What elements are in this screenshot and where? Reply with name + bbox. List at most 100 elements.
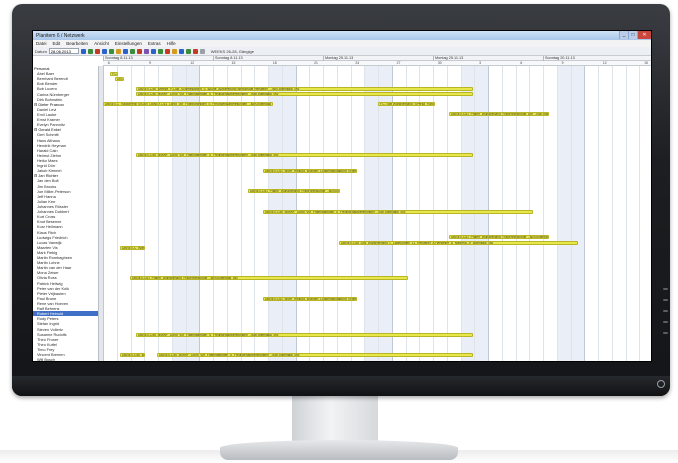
day-gridline xyxy=(543,66,544,361)
day-label: 15 xyxy=(231,61,236,65)
toolbar-tool-icon[interactable] xyxy=(164,48,170,54)
day-gridline xyxy=(501,66,503,361)
date-input[interactable]: 28.06.2013 xyxy=(48,48,79,54)
assignment-bar[interactable]: DBNEX-C56_MMWF_Lohig_Vor_Fraelhdfartigen… xyxy=(136,153,473,158)
maximize-button[interactable]: □ xyxy=(628,31,637,39)
day-label: 9 xyxy=(561,61,564,65)
day-gridline xyxy=(213,66,214,361)
day-label: 9 xyxy=(149,61,151,65)
minimize-button[interactable]: _ xyxy=(619,31,628,39)
assignment-bar[interactable]: DBNEX-C61_Pharm_Wundbehand_Frauenheilkun… xyxy=(248,189,340,194)
day-gridline xyxy=(185,66,187,361)
day-label: 21 xyxy=(314,61,318,65)
toolbar-tool-icon[interactable] xyxy=(199,48,205,54)
assignment-bar[interactable]: DBNEX-C56_Wiebke_P-Ljog_Schiefeswright_S… xyxy=(136,86,473,91)
assignment-bar[interactable]: DBNEX-C61_MMH_Heilung_Wunden_Lungenfacht… xyxy=(263,168,357,173)
assignment-bar[interactable]: F.C. Stift Wundverband_SPersa_Funkt...io… xyxy=(378,102,435,107)
monitor-stand-neck xyxy=(292,396,378,442)
assignment-bar[interactable]: DBNEX-C56_MMWF_Lohig_Vor_Fraelhdfartigen… xyxy=(136,92,473,96)
day-gridline xyxy=(556,66,558,361)
assignment-bar[interactable]: DBNEX-C56_MMWF_Lohig_Vor_Fraelhdfartigen… xyxy=(157,353,473,358)
menu-item-bearbeiten[interactable]: Bearbeiten xyxy=(66,41,88,46)
toolbar-tool-icon[interactable] xyxy=(150,48,156,54)
day-label: 18 xyxy=(272,61,277,65)
toolbar-tool-icon[interactable] xyxy=(136,48,142,54)
day-gridline xyxy=(199,66,201,361)
gantt-grid: F.C. Stift WundverbandDN-F3 S1 Stiftm. /… xyxy=(103,66,651,361)
day-gridline xyxy=(116,66,118,361)
person-list-item[interactable]: Will Busch xyxy=(33,357,98,361)
toolbar-tool-icon[interactable] xyxy=(143,48,149,54)
day-gridline xyxy=(529,66,531,361)
menu-item-extras[interactable]: Extras xyxy=(148,41,161,46)
toolbar-tool-icon[interactable] xyxy=(122,48,128,54)
assignment-bar[interactable]: DBNEX-C61_Pharm_Wundbehand_Frauenheilkun… xyxy=(449,235,549,240)
assignment-bar[interactable]: DBNEX-C61_Pharm_Wundbehand_Frauenheilkun… xyxy=(130,276,408,281)
toolbar-tool-icon[interactable] xyxy=(178,48,184,54)
menu-item-ansicht[interactable]: Ansicht xyxy=(94,41,109,46)
day-label: 30 xyxy=(437,61,442,65)
menu-item-einstellungen[interactable]: Einstellungen xyxy=(115,41,142,46)
toolbar-tool-icon[interactable] xyxy=(80,48,86,54)
monitor-chin xyxy=(12,376,670,396)
day-label: 6 xyxy=(520,61,523,65)
day-gridline xyxy=(419,66,421,361)
day-gridline xyxy=(639,66,641,361)
assignment-bar[interactable]: DBNEX-C56_Wiebke_P_L3 xyxy=(120,353,145,358)
toolbar-tool-icon[interactable] xyxy=(101,48,107,54)
title-bar: Planitem 6 / Netzwerk _ □ ✕ xyxy=(33,31,651,40)
day-label: 3 xyxy=(479,61,481,65)
menu-bar: Datei Edit Bearbeiten Ansicht Einstellungen E… xyxy=(33,40,651,47)
person-list: Personal Abel Baer Bernhard Berendt Bob Ben… xyxy=(33,66,99,361)
day-gridline xyxy=(378,66,379,361)
toolbar-tool-icon[interactable] xyxy=(108,48,114,54)
day-label: 6 xyxy=(107,61,110,65)
assignment-bar[interactable]: DBNEX-C56_MMWF_Lohig_Vor_Fraelhdfartigen… xyxy=(263,209,533,214)
day-gridline xyxy=(460,66,462,361)
day-gridline xyxy=(103,66,104,361)
toolbar-tool-icon[interactable] xyxy=(87,48,93,54)
menu-item-datei[interactable]: Datei xyxy=(36,41,47,46)
day-gridline xyxy=(254,66,256,361)
toolbar-tool-icon[interactable] xyxy=(171,48,177,54)
toolbar-tool-icon[interactable] xyxy=(192,48,198,54)
menu-item-edit[interactable]: Edit xyxy=(53,41,61,46)
day-label: 12 xyxy=(190,61,195,65)
day-gridline xyxy=(405,66,407,361)
day-gridline xyxy=(158,66,159,361)
assignment-bar[interactable]: DBNEX-C56_MMWF_Lohig_Vor_Fraelhdfartigen… xyxy=(136,332,473,337)
toolbar-tool-icon[interactable] xyxy=(157,48,163,54)
monitor-stand-base xyxy=(220,440,458,460)
gantt-chart: Sonntag 8.11.13 Sonntag 8.11.13 Montag 25.… xyxy=(103,56,651,361)
close-button[interactable]: ✕ xyxy=(637,31,651,39)
menu-item-hilfe[interactable]: Hilfe xyxy=(167,41,176,46)
planner-body: Personal Abel Baer Bernhard Berendt Bob Ben… xyxy=(33,56,651,361)
assignment-bar[interactable]: SN-8N_DBNEX-C61_Lohig_Vor_Fraelhdfartige… xyxy=(136,102,273,107)
day-gridline xyxy=(268,66,269,361)
assignment-bar[interactable]: DBNEX-C56_DIN_Wundverband_L_Lagerungen_L… xyxy=(339,240,578,245)
day-label: 15 xyxy=(644,61,648,65)
toolbar-tool-icon[interactable] xyxy=(94,48,100,54)
assignment-bar[interactable]: DBNEX-C61_Pharm_Wundbehand_Frauenheilkun… xyxy=(449,112,549,117)
assignment-bar[interactable]: DBNEX-C_Wiebke_P_L3 xyxy=(120,245,145,250)
day-gridline xyxy=(584,66,586,361)
day-gridline xyxy=(130,66,132,361)
day-gridline xyxy=(625,66,627,361)
day-gridline xyxy=(295,66,297,361)
day-label: 27 xyxy=(396,61,401,65)
assignment-bar[interactable]: F.C. Stift Wundverband xyxy=(110,71,118,76)
day-gridline xyxy=(171,66,173,361)
day-gridline xyxy=(226,66,228,361)
app-window: Planitem 6 / Netzwerk _ □ ✕ Datei Edit Bea… xyxy=(32,30,652,362)
day-label: 12 xyxy=(602,61,607,65)
assignment-bar[interactable]: DN-F3 S1 Stiftm. / Funkti...csv xyxy=(115,76,124,81)
toolbar-tool-icon[interactable] xyxy=(115,48,121,54)
day-gridline xyxy=(240,66,242,361)
day-gridline xyxy=(474,66,476,361)
assignment-bar[interactable]: DBNEX-C61_MMH_Heilung_Wunden_Lungenfacht… xyxy=(263,296,357,301)
day-gridline xyxy=(144,66,146,361)
toolbar-tool-icon[interactable] xyxy=(185,48,191,54)
toolbar-tool-icon[interactable] xyxy=(129,48,135,54)
toolbar: Datum 28.06.2013 WEEKS 26-28, Gängige xyxy=(33,47,651,56)
day-gridline xyxy=(323,66,324,361)
